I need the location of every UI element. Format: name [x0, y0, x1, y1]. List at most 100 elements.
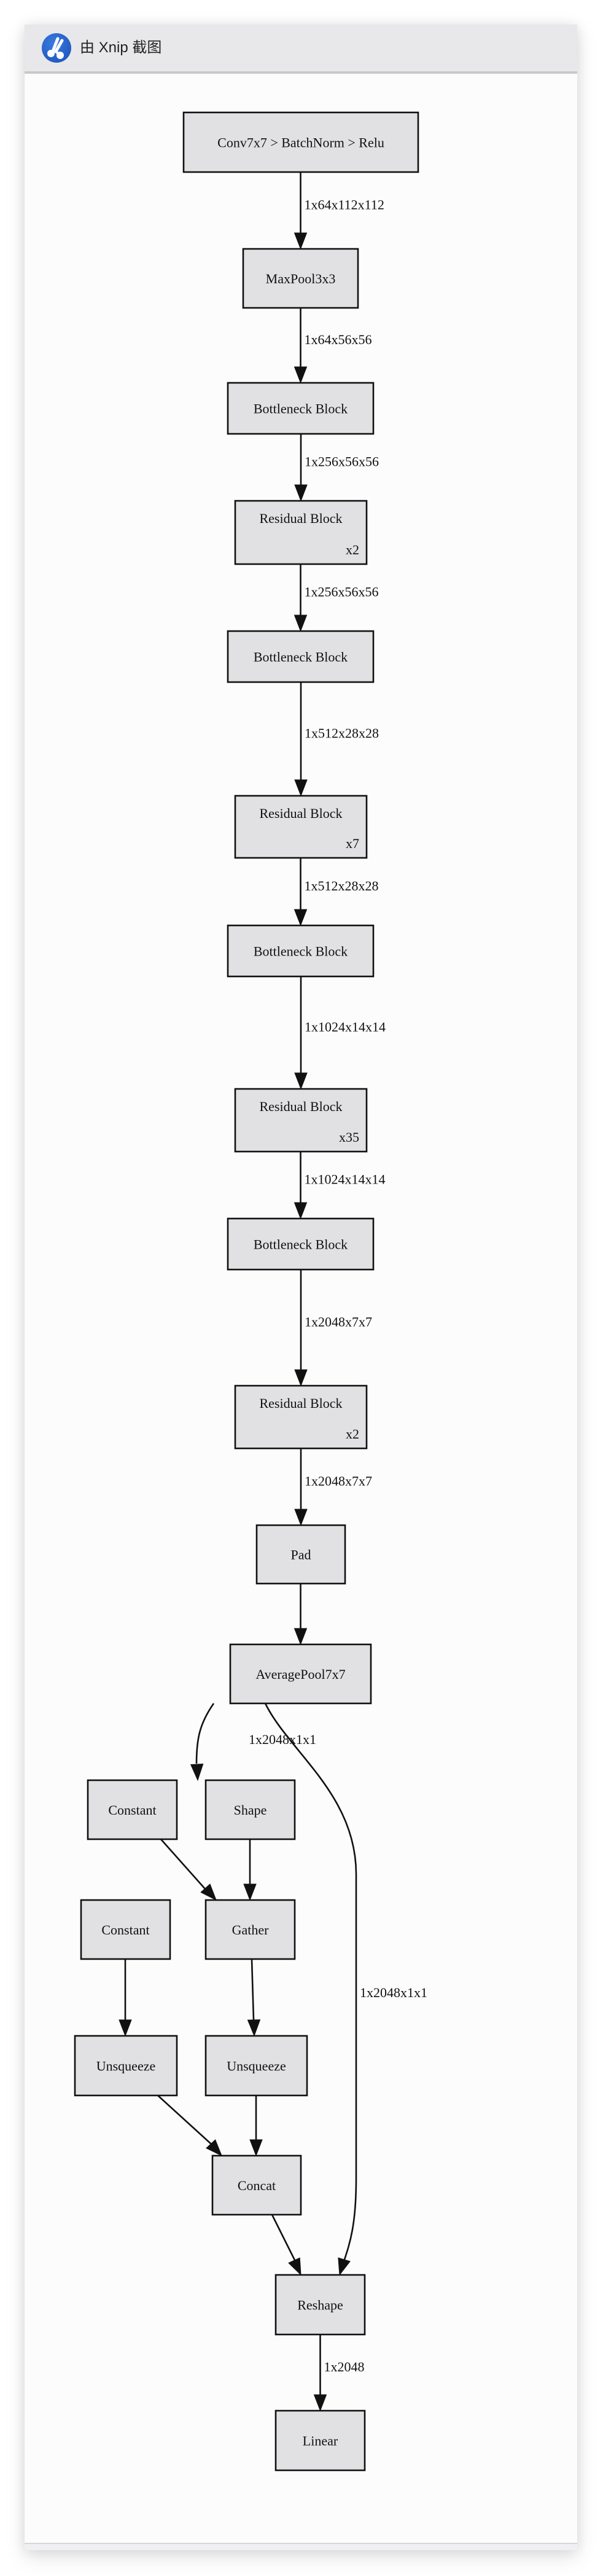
edge-pad-to-avgpool — [294, 1584, 308, 1646]
edge-label: 1x256x56x56 — [305, 584, 379, 600]
node-label: Gather — [232, 1922, 270, 1938]
edge-line — [195, 1703, 215, 1764]
node-label: Unsqueeze — [96, 2059, 156, 2074]
node-conv[interactable]: Conv7x7 > BatchNorm > Relu — [182, 111, 419, 173]
node-label: MaxPool3x3 — [266, 271, 336, 286]
edge-label: 1x1024x14x14 — [305, 1172, 386, 1187]
arrowhead — [338, 2257, 351, 2276]
edge-line — [251, 1958, 255, 2020]
edge-unsqueeze2-to-concat — [249, 2095, 263, 2157]
node-residual1[interactable]: Residual Block x2 — [234, 500, 368, 565]
edge-bottleneck2-to-residual2: 1x512x28x28 — [294, 682, 379, 797]
edge-residual4-to-pad: 1x2048x7x7 — [294, 1448, 372, 1526]
node-bottleneck3[interactable]: Bottleneck Block — [227, 924, 375, 978]
edge-label: 1x2048x1x1 — [360, 1985, 427, 2000]
edge-label: 1x1024x14x14 — [305, 1019, 386, 1035]
arrowhead — [247, 2019, 261, 2037]
arrowhead — [294, 1369, 308, 1387]
node-unsqueeze1[interactable]: Unsqueeze — [74, 2035, 178, 2097]
edge-label: 1x64x56x56 — [305, 332, 372, 347]
node-maxpool[interactable]: MaxPool3x3 — [242, 248, 359, 309]
node-residual3[interactable]: Residual Block x35 — [234, 1088, 368, 1153]
edge-constant1-to-gather — [160, 1839, 217, 1901]
edge-line — [160, 1839, 206, 1890]
edge-label: 1x64x112x112 — [305, 197, 384, 213]
edge-shape-to-gather — [243, 1839, 257, 1901]
node-shape[interactable]: Shape — [204, 1779, 296, 1840]
node-unsqueeze2[interactable]: Unsqueeze — [204, 2035, 308, 2097]
node-residual2[interactable]: Residual Block x7 — [234, 795, 368, 859]
node-label: Shape — [234, 1802, 267, 1818]
arrowhead — [313, 2394, 327, 2412]
arrowhead — [294, 909, 308, 927]
node-label: Linear — [303, 2433, 338, 2449]
arrowhead — [190, 1763, 204, 1781]
edge-bottleneck1-to-residual1: 1x256x56x56 — [294, 434, 379, 502]
node-label: Bottleneck Block — [254, 1237, 348, 1252]
edge-maxpool-to-bottleneck1: 1x64x56x56 — [294, 308, 372, 384]
node-label: Residual Block — [259, 511, 342, 526]
node-avgpool[interactable]: AveragePool7x7 — [229, 1643, 372, 1705]
arrowhead — [294, 232, 308, 250]
node-bottleneck2[interactable]: Bottleneck Block — [227, 630, 375, 683]
node-label: Concat — [238, 2178, 276, 2193]
edge-reshape-to-linear: 1x2048 — [313, 2334, 365, 2412]
node-label: Residual Block — [259, 1396, 342, 1411]
arrowhead — [294, 1202, 308, 1220]
node-label: Bottleneck Block — [254, 944, 348, 959]
node-label: Residual Block — [259, 1099, 342, 1114]
node-bottleneck4[interactable]: Bottleneck Block — [227, 1217, 375, 1271]
arrowhead — [294, 615, 308, 632]
node-label: Pad — [291, 1547, 311, 1563]
node-repeat-count: x2 — [346, 542, 359, 557]
node-label: AveragePool7x7 — [255, 1667, 345, 1682]
arrowhead — [294, 779, 308, 797]
edge-constant2-to-unsqueeze1 — [119, 1959, 132, 2037]
edge-conv-to-maxpool: 1x64x112x112 — [294, 172, 384, 250]
model-graph: 1x64x112x112 1x64x56x56 1x256x56x56 1x256x5… — [74, 111, 427, 2472]
node-gather[interactable]: Gather — [204, 1899, 296, 1960]
arrowhead — [119, 2019, 132, 2037]
edge-residual2-to-bottleneck3: 1x512x28x28 — [294, 858, 379, 927]
node-repeat-count: x7 — [346, 836, 359, 851]
node-repeat-count: x2 — [346, 1426, 359, 1442]
edge-label: 1x2048 — [324, 2359, 365, 2374]
edge-residual3-to-bottleneck4: 1x1024x14x14 — [294, 1152, 386, 1220]
node-repeat-count: x35 — [339, 1129, 359, 1145]
edge-residual1-to-bottleneck2: 1x256x56x56 — [294, 564, 379, 632]
node-residual4[interactable]: Residual Block x2 — [234, 1384, 368, 1450]
edge-label: 1x2048x7x7 — [305, 1474, 372, 1489]
node-label: Unsqueeze — [227, 2059, 286, 2074]
edge-concat-to-reshape — [271, 2214, 302, 2276]
edge-label: 1x2048x1x1 — [249, 1732, 316, 1747]
arrowhead — [288, 2257, 302, 2276]
node-constant2[interactable]: Constant — [80, 1899, 171, 1960]
arrowhead — [243, 1883, 257, 1901]
node-pad[interactable]: Pad — [255, 1524, 346, 1585]
edge-avgpool-to-shape: 1x2048x1x1 — [190, 1703, 316, 1781]
node-constant1[interactable]: Constant — [87, 1779, 178, 1840]
node-reshape[interactable]: Reshape — [274, 2274, 366, 2336]
node-bottleneck1[interactable]: Bottleneck Block — [227, 382, 375, 435]
arrowhead — [294, 484, 308, 502]
edge-line — [271, 2214, 296, 2261]
node-label: Conv7x7 > BatchNorm > Relu — [217, 135, 384, 151]
edge-label: 1x512x28x28 — [305, 878, 379, 893]
edge-gather-to-unsqueeze2 — [247, 1958, 261, 2037]
node-label: Constant — [108, 1802, 156, 1818]
node-concat[interactable]: Concat — [211, 2154, 302, 2216]
edge-label: 1x256x56x56 — [305, 454, 379, 469]
node-label: Bottleneck Block — [254, 650, 348, 665]
edge-bottleneck4-to-residual4: 1x2048x7x7 — [294, 1270, 372, 1387]
edge-line — [157, 2095, 212, 2145]
arrowhead — [294, 1628, 308, 1646]
arrowhead — [249, 2139, 263, 2157]
edge-label: 1x512x28x28 — [305, 726, 379, 741]
node-label: Constant — [101, 1922, 149, 1938]
edge-bottleneck3-to-residual3: 1x1024x14x14 — [294, 976, 386, 1090]
edge-unsqueeze1-to-concat — [157, 2095, 222, 2157]
arrowhead — [294, 1509, 308, 1526]
arrowhead — [294, 366, 308, 384]
arrowhead — [294, 1072, 308, 1090]
node-linear[interactable]: Linear — [274, 2409, 366, 2472]
